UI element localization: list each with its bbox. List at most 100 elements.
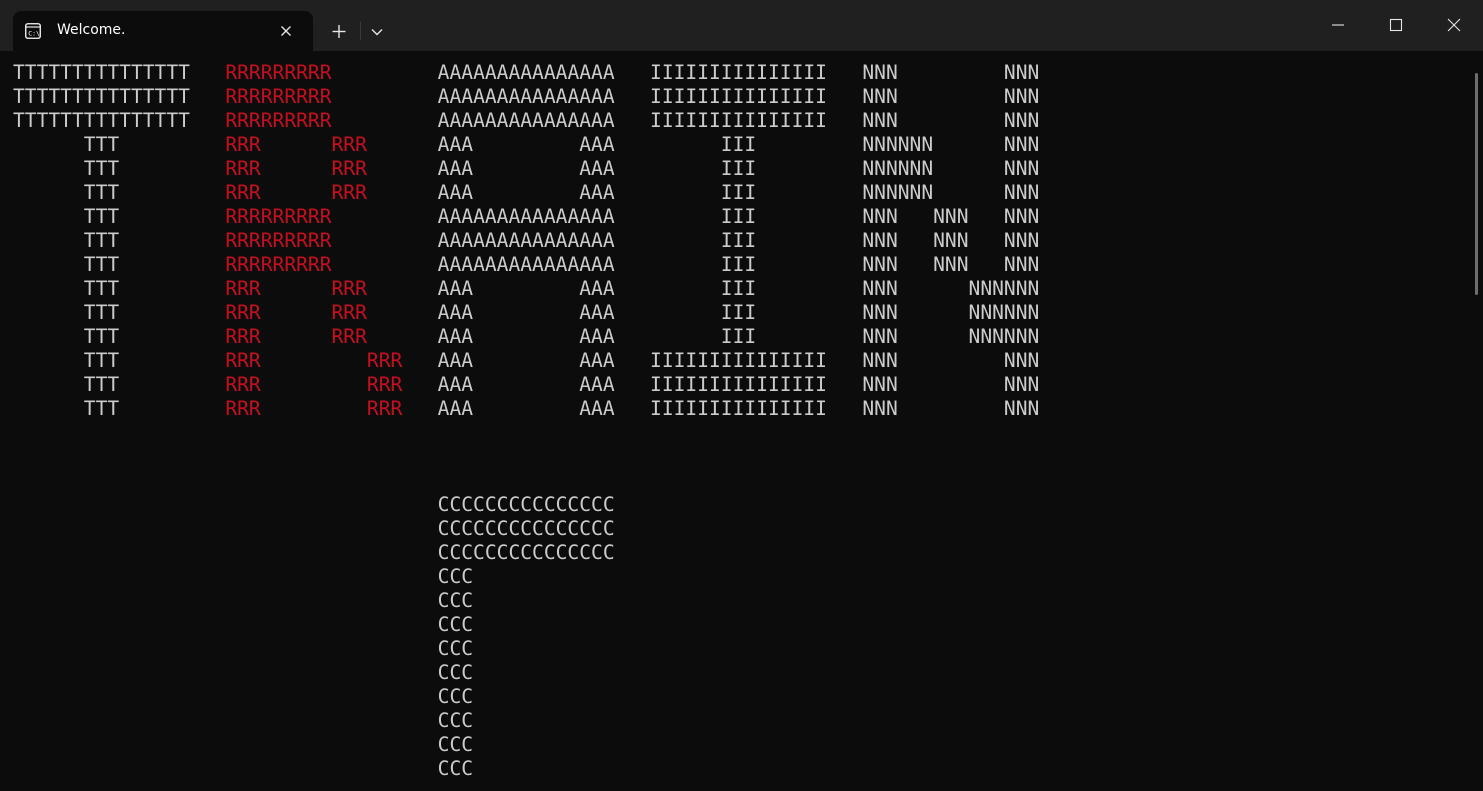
terminal-line: CCC	[13, 733, 473, 757]
terminal-text: TTT	[13, 253, 226, 276]
terminal-line: CCC	[13, 685, 473, 709]
new-tab-button[interactable]	[324, 18, 354, 46]
terminal-line: TTT RRRRRRRRR AAAAAAAAAAAAAAA III NNN NN…	[13, 229, 1040, 253]
svg-text:C:\: C:\	[28, 30, 40, 38]
terminal-text: TTT	[13, 205, 226, 228]
terminal-text: AAAAAAAAAAAAAAA IIIIIIIIIIIIIII NNN NNN	[331, 109, 1040, 132]
terminal-line: TTT RRR RRR AAA AAA III NNNNNN NNN	[13, 157, 1040, 181]
terminal-text-red: RRRRRRRRR	[225, 61, 332, 84]
terminal-line: TTT RRR RRR AAA AAA III NNNNNN NNN	[13, 181, 1040, 205]
terminal-line: CCC	[13, 637, 473, 661]
terminal-text-red: RRR RRR	[225, 301, 367, 324]
terminal-line: CCCCCCCCCCCCCCC	[13, 541, 615, 565]
maximize-button[interactable]	[1367, 0, 1425, 51]
terminal-text: CCC	[13, 613, 474, 636]
terminal-text-red: RRR RRR	[225, 133, 367, 156]
terminal-text: TTT	[13, 373, 226, 396]
terminal-line: CCC	[13, 757, 473, 781]
terminal-line: TTTTTTTTTTTTTTT RRRRRRRRR AAAAAAAAAAAAAA…	[13, 85, 1039, 109]
terminal-line: CCC	[13, 589, 473, 613]
terminal-line: CCCCCCCCCCCCCCC	[13, 493, 615, 517]
terminal-text: AAA AAA III NNN NNNNNN	[366, 277, 1040, 300]
tab-dropdown-button[interactable]	[362, 18, 392, 46]
terminal-text: AAA AAA III NNN NNNNNN	[366, 301, 1040, 324]
terminal-text: AAAAAAAAAAAAAAA III NNN NNN NNN	[331, 205, 1040, 228]
terminal-text: AAA AAA III NNNNNN NNN	[366, 181, 1040, 204]
terminal-text: AAAAAAAAAAAAAAA III NNN NNN NNN	[331, 253, 1040, 276]
terminal-text: TTT	[13, 181, 226, 204]
terminal-line: TTTTTTTTTTTTTTT RRRRRRRRR AAAAAAAAAAAAAA…	[13, 61, 1039, 85]
terminal-text: CCC	[13, 757, 474, 780]
terminal-text: TTT	[13, 301, 226, 324]
terminal-text: CCCCCCCCCCCCCCC	[13, 517, 615, 540]
title-bar[interactable]: C:\ Welcome.	[0, 0, 1483, 51]
terminal-text-red: RRRRRRRRR	[225, 253, 332, 276]
terminal-text: AAA AAA IIIIIIIIIIIIIII NNN NNN	[402, 397, 1040, 420]
terminal-text: TTTTTTTTTTTTTTT	[13, 109, 226, 132]
terminal-text: TTT	[13, 277, 226, 300]
terminal-line: TTT RRRRRRRRR AAAAAAAAAAAAAAA III NNN NN…	[13, 205, 1040, 229]
terminal-line: TTT RRR RRR AAA AAA III NNN NNNNNN	[13, 301, 1040, 325]
terminal-text: AAAAAAAAAAAAAAA IIIIIIIIIIIIIII NNN NNN	[331, 85, 1040, 108]
terminal-line: CCCCCCCCCCCCCCC	[13, 517, 615, 541]
terminal-text: TTTTTTTTTTTTTTT	[13, 61, 226, 84]
tab-title: Welcome.	[57, 22, 126, 38]
tab-separator	[360, 22, 361, 40]
terminal-text: TTT	[13, 133, 226, 156]
terminal-text: AAAAAAAAAAAAAAA III NNN NNN NNN	[331, 229, 1040, 252]
terminal-text: CCC	[13, 709, 474, 732]
terminal-text-red: RRR RRR	[225, 181, 367, 204]
terminal-text-red: RRR RRR	[225, 349, 403, 372]
terminal-text-red: RRR RRR	[225, 157, 367, 180]
terminal-line: TTT RRR RRR AAA AAA III NNN NNNNNN	[13, 277, 1040, 301]
terminal-line: TTT RRRRRRRRR AAAAAAAAAAAAAAA III NNN NN…	[13, 253, 1040, 277]
terminal-text: CCCCCCCCCCCCCCC	[13, 541, 615, 564]
close-tab-icon[interactable]	[276, 21, 296, 41]
terminal-line: CCC	[13, 565, 473, 589]
minimize-button[interactable]	[1309, 0, 1367, 51]
terminal-text: TTT	[13, 397, 226, 420]
minimize-icon	[1332, 24, 1344, 26]
terminal-text: AAA AAA IIIIIIIIIIIIIII NNN NNN	[402, 349, 1040, 372]
terminal-text: AAAAAAAAAAAAAAA IIIIIIIIIIIIIII NNN NNN	[331, 61, 1040, 84]
terminal-line: TTT RRR RRR AAA AAA IIIIIIIIIIIIIII NNN …	[13, 349, 1040, 373]
plus-icon	[332, 25, 346, 38]
terminal-text: AAA AAA III NNN NNNNNN	[366, 325, 1040, 348]
terminal-text: AAA AAA IIIIIIIIIIIIIII NNN NNN	[402, 373, 1040, 396]
terminal-line: TTTTTTTTTTTTTTT RRRRRRRRR AAAAAAAAAAAAAA…	[13, 109, 1039, 133]
terminal-text: TTT	[13, 229, 226, 252]
terminal-text-red: RRR RRR	[225, 373, 403, 396]
terminal-text: CCCCCCCCCCCCCCC	[13, 493, 615, 516]
terminal-text: TTT	[13, 349, 226, 372]
terminal-text: TTT	[13, 157, 226, 180]
terminal-line: TTT RRR RRR AAA AAA IIIIIIIIIIIIIII NNN …	[13, 373, 1040, 397]
terminal-text: CCC	[13, 733, 474, 756]
terminal-text: CCC	[13, 661, 474, 684]
terminal-text-red: RRRRRRRRR	[225, 205, 332, 228]
terminal-line: CCC	[13, 661, 473, 685]
terminal-line: CCC	[13, 613, 473, 637]
command-prompt-icon: C:\	[25, 23, 41, 39]
terminal-text: CCC	[13, 589, 474, 612]
terminal-text-red: RRRRRRRRR	[225, 229, 332, 252]
tab-welcome[interactable]: C:\ Welcome.	[13, 11, 313, 51]
terminal-text: CCC	[13, 637, 474, 660]
terminal-line: TTT RRR RRR AAA AAA IIIIIIIIIIIIIII NNN …	[13, 397, 1040, 421]
scrollbar-thumb[interactable]	[1475, 73, 1478, 295]
terminal-text-red: RRRRRRRRR	[225, 85, 332, 108]
terminal-line: TTT RRR RRR AAA AAA III NNNNNN NNN	[13, 133, 1040, 157]
chevron-down-icon	[371, 29, 383, 36]
terminal-text: CCC	[13, 565, 474, 588]
close-icon	[1447, 18, 1461, 32]
terminal-text-red: RRR RRR	[225, 277, 367, 300]
close-window-button[interactable]	[1425, 0, 1483, 51]
terminal-line: CCC	[13, 709, 473, 733]
terminal-text-red: RRR RRR	[225, 325, 367, 348]
terminal-window: C:\ Welcome. TTTTTTTTTTTTTTT RRRRRRRRR A…	[0, 0, 1483, 791]
terminal-text-red: RRRRRRRRR	[225, 109, 332, 132]
terminal-text: AAA AAA III NNNNNN NNN	[366, 157, 1040, 180]
terminal-text-red: RRR RRR	[225, 397, 403, 420]
terminal-output[interactable]: TTTTTTTTTTTTTTT RRRRRRRRR AAAAAAAAAAAAAA…	[0, 51, 1483, 791]
terminal-text: TTTTTTTTTTTTTTT	[13, 85, 226, 108]
terminal-text: TTT	[13, 325, 226, 348]
